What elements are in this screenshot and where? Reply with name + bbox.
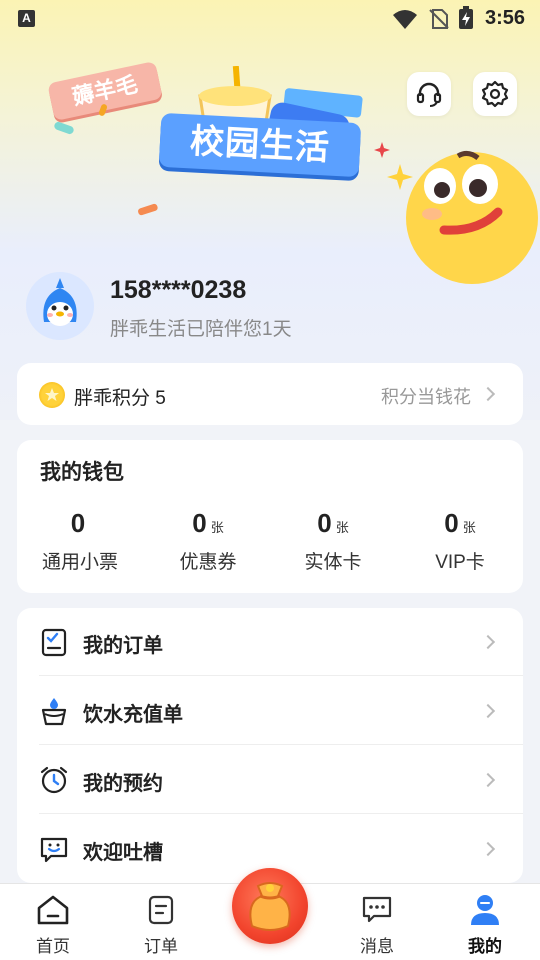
wallet-physical-cards[interactable]: 0张 实体卡 xyxy=(273,508,393,574)
lucky-bag-icon xyxy=(249,882,291,931)
banner-tag-large: 校园生活 xyxy=(158,112,362,178)
wifi-icon xyxy=(393,10,417,29)
customer-service-button[interactable] xyxy=(407,72,451,116)
status-time: 3:56 xyxy=(485,7,526,29)
divider xyxy=(39,813,523,814)
menu-item-orders[interactable]: 我的订单 xyxy=(17,608,523,676)
alarm-clock-icon xyxy=(40,766,68,794)
menu-label: 饮水充值单 xyxy=(83,704,183,726)
wallet-value: 0 xyxy=(70,508,86,538)
wallet-value: 0 xyxy=(192,508,207,538)
user-phone: 158****0238 xyxy=(110,276,247,304)
orders-icon xyxy=(148,895,174,925)
penguin-avatar-icon xyxy=(26,272,94,340)
wallet-unit: 张 xyxy=(335,520,349,535)
chevron-right-icon xyxy=(480,703,496,719)
nav-messages[interactable]: 消息 xyxy=(332,894,422,957)
nav-mine[interactable]: 我的 xyxy=(440,894,530,957)
chevron-right-icon xyxy=(480,386,496,402)
menu-item-reservations[interactable]: 我的预约 xyxy=(17,746,523,814)
order-list-icon xyxy=(41,628,67,657)
confetti-decoration xyxy=(54,104,158,216)
wallet-label: 通用小票 xyxy=(41,552,118,573)
menu-item-water-recharge[interactable]: 饮水充值单 xyxy=(17,677,523,745)
wallet-value: 0 xyxy=(444,508,459,538)
water-cup-icon xyxy=(41,698,67,726)
wallet-value: 0 xyxy=(317,508,332,538)
points-coin-icon xyxy=(39,382,65,408)
wallet-coupons[interactable]: 0张 优惠券 xyxy=(148,508,268,574)
nav-label: 我的 xyxy=(468,937,502,956)
wallet-unit: 张 xyxy=(210,520,224,535)
menu-label: 欢迎吐槽 xyxy=(83,842,163,864)
no-sim-icon xyxy=(429,9,449,29)
nav-home[interactable]: 首页 xyxy=(8,894,98,957)
chevron-right-icon xyxy=(480,841,496,857)
divider xyxy=(39,675,523,676)
battery-charging-icon xyxy=(459,6,473,29)
points-card[interactable]: 胖乖积分 5 积分当钱花 xyxy=(17,363,523,425)
user-icon xyxy=(471,895,499,925)
wallet-label: VIP卡 xyxy=(435,552,485,573)
menu-label: 我的订单 xyxy=(83,635,163,657)
nav-label: 消息 xyxy=(360,937,394,956)
wallet-tickets[interactable]: 0 通用小票 xyxy=(20,508,140,574)
wallet-label: 优惠券 xyxy=(179,552,237,573)
membership-duration: 胖乖生活已陪伴您1天 xyxy=(110,319,292,340)
nav-label: 订单 xyxy=(144,937,178,956)
wallet-label: 实体卡 xyxy=(304,552,362,573)
lucky-bag-center-button[interactable] xyxy=(232,868,308,944)
divider xyxy=(39,744,523,745)
wallet-vip-cards[interactable]: 0张 VIP卡 xyxy=(400,508,520,574)
gear-icon xyxy=(481,80,509,108)
nav-label: 首页 xyxy=(36,937,70,956)
sparkle-decoration xyxy=(374,142,413,190)
nav-orders[interactable]: 订单 xyxy=(116,894,206,957)
menu-card: 我的订单 饮水充值单 我的预约 欢迎吐槽 xyxy=(17,608,523,883)
wallet-unit: 张 xyxy=(462,520,476,535)
points-hint: 积分当钱花 xyxy=(381,387,471,407)
home-icon xyxy=(37,895,69,925)
menu-label: 我的预约 xyxy=(83,773,163,795)
status-bar: A 3:56 xyxy=(0,0,540,38)
avatar[interactable] xyxy=(26,272,94,340)
wallet-card: 我的钱包 0 通用小票 0张 优惠券 0张 实体卡 0张 VIP卡 xyxy=(17,440,523,593)
settings-button[interactable] xyxy=(473,72,517,116)
feedback-chat-icon xyxy=(40,837,68,863)
wallet-title: 我的钱包 xyxy=(40,461,124,484)
message-icon xyxy=(362,896,392,923)
points-label: 胖乖积分 5 xyxy=(74,388,166,409)
chevron-right-icon xyxy=(480,772,496,788)
headset-icon xyxy=(416,82,442,107)
chevron-right-icon xyxy=(480,634,496,650)
notification-a-icon: A xyxy=(18,10,35,27)
user-profile[interactable]: 158****0238 胖乖生活已陪伴您1天 xyxy=(26,272,516,342)
